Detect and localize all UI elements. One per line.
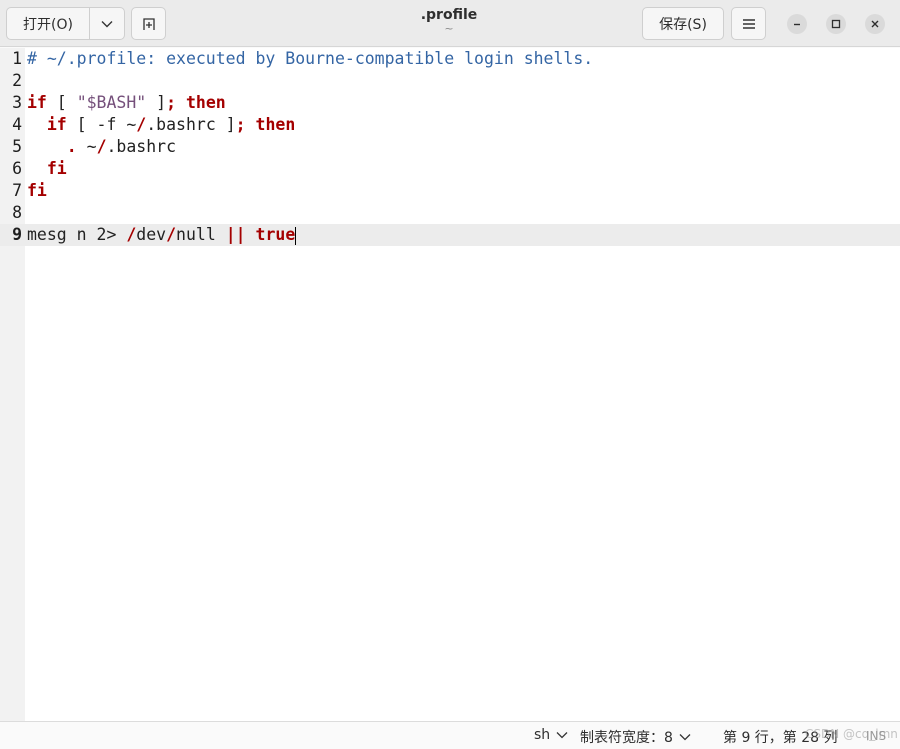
- code-lines: 1 # ~/.profile: executed by Bourne-compat…: [0, 48, 900, 246]
- token-str: "$BASH": [76, 93, 147, 112]
- line-number: 5: [12, 137, 22, 156]
- token-kw: true: [255, 225, 296, 244]
- watermark: CSDN @cq_lmn: [805, 727, 898, 741]
- minimize-button[interactable]: [787, 14, 807, 34]
- token-kw: then: [255, 115, 296, 134]
- tab-width-label: 制表符宽度：8: [580, 730, 673, 746]
- header-bar: 打开(O) .profile ~ 保存(S): [0, 0, 900, 47]
- token-kw: if: [27, 93, 47, 112]
- token-text: ~: [76, 137, 97, 156]
- open-recent-dropdown-button[interactable]: [90, 8, 124, 39]
- token-text: dev: [136, 225, 167, 244]
- token-text: null: [176, 225, 226, 244]
- line-number: 6: [12, 159, 22, 178]
- maximize-icon: [831, 19, 841, 29]
- minimize-icon: [794, 23, 800, 26]
- token-op: ||: [225, 225, 246, 244]
- token-kw: then: [185, 93, 226, 112]
- hamburger-menu-icon: [742, 18, 755, 29]
- token-op: /: [136, 115, 147, 134]
- window-title-area: .profile ~: [349, 6, 549, 34]
- token-op: /: [126, 225, 137, 244]
- token-op: .: [66, 137, 77, 156]
- save-button[interactable]: 保存(S): [642, 7, 724, 40]
- code-line[interactable]: 9 mesg n 2> /dev/null || true: [0, 224, 900, 246]
- line-number: 3: [12, 93, 22, 112]
- chevron-down-icon: [679, 734, 691, 741]
- line-number: 1: [12, 49, 22, 68]
- token-kw: fi: [27, 181, 47, 200]
- line-number: 7: [12, 181, 22, 200]
- token-op: /: [96, 137, 107, 156]
- code-text: fi: [27, 180, 47, 202]
- token-op: ;: [235, 115, 246, 134]
- language-selector[interactable]: sh: [534, 727, 568, 743]
- line-number: 2: [12, 71, 22, 90]
- token-text: .bashrc: [106, 137, 177, 156]
- token-text: mesg n 2>: [27, 225, 127, 244]
- line-number: 9: [12, 225, 22, 244]
- text-editor[interactable]: 1 # ~/.profile: executed by Bourne-compat…: [0, 48, 900, 721]
- new-document-button[interactable]: [131, 7, 166, 40]
- text-cursor: [295, 226, 297, 245]
- token-kw: if: [46, 115, 67, 134]
- open-button[interactable]: 打开(O): [7, 8, 90, 39]
- code-text: fi: [27, 158, 67, 180]
- maximize-button[interactable]: [826, 14, 846, 34]
- code-text: mesg n 2> /dev/null || true: [27, 224, 297, 246]
- close-button[interactable]: [865, 14, 885, 34]
- code-line[interactable]: 5 . ~/.bashrc: [0, 136, 900, 158]
- token-comment: # ~/.profile: executed by Bourne-compati…: [27, 49, 594, 68]
- main-menu-button[interactable]: [731, 7, 766, 40]
- language-label: sh: [534, 727, 551, 743]
- code-text: # ~/.profile: executed by Bourne-compati…: [27, 48, 593, 70]
- open-button-group: 打开(O): [6, 7, 125, 40]
- code-line[interactable]: 6 fi: [0, 158, 900, 180]
- chevron-down-icon: [101, 20, 113, 27]
- token-op: ;: [166, 93, 177, 112]
- chevron-down-icon: [556, 732, 568, 739]
- code-text: if [ "$BASH" ]; then: [27, 92, 226, 114]
- code-line[interactable]: 1 # ~/.profile: executed by Bourne-compat…: [0, 48, 900, 70]
- close-icon: [871, 20, 879, 28]
- code-text: . ~/.bashrc: [27, 136, 176, 158]
- token-op: /: [166, 225, 177, 244]
- line-number: 8: [12, 203, 22, 222]
- code-line[interactable]: 3 if [ "$BASH" ]; then: [0, 92, 900, 114]
- token-text: .bashrc ]: [146, 115, 236, 134]
- token-text: ]: [146, 93, 167, 112]
- code-line[interactable]: 4 if [ -f ~/.bashrc ]; then: [0, 114, 900, 136]
- tab-width-selector[interactable]: 制表符宽度：8: [580, 727, 691, 747]
- line-number: 4: [12, 115, 22, 134]
- token-text: [ -f ~: [66, 115, 137, 134]
- token-text: [: [46, 93, 77, 112]
- code-text: if [ -f ~/.bashrc ]; then: [27, 114, 295, 136]
- token-kw: fi: [46, 159, 67, 178]
- document-path: ~: [444, 22, 454, 35]
- status-bar: sh 制表符宽度：8 第 9 行，第 28 列 INS: [0, 721, 900, 749]
- code-line[interactable]: 2: [0, 70, 900, 92]
- code-line[interactable]: 7 fi: [0, 180, 900, 202]
- code-line[interactable]: 8: [0, 202, 900, 224]
- new-tab-icon: [142, 17, 155, 30]
